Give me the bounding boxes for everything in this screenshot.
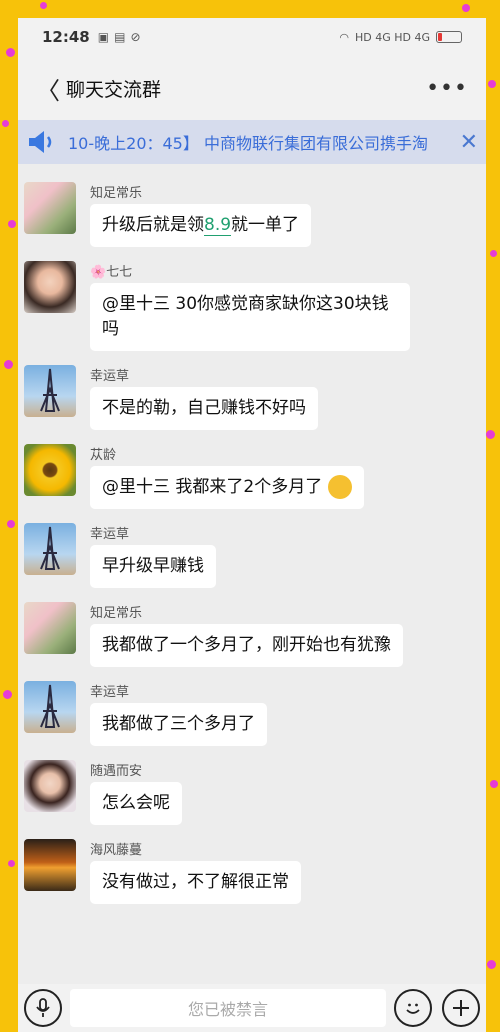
signal-text: HD 4G HD 4G [354, 30, 430, 44]
message-item: 幸运草 我都做了三个多月了 [18, 681, 486, 746]
decor-dot [488, 80, 496, 88]
input-bar: 您已被禁言 [18, 984, 486, 1032]
decor-dot [7, 520, 15, 528]
message-bubble[interactable]: 怎么会呢 [90, 782, 182, 825]
sender-name: 苁龄 [90, 448, 117, 463]
decor-dot [2, 120, 9, 127]
avatar[interactable] [24, 760, 76, 812]
message-bubble[interactable]: 没有做过，不了解很正常 [90, 861, 301, 904]
decor-dot [462, 4, 470, 12]
speaker-icon [29, 131, 52, 153]
plus-icon [453, 1000, 469, 1016]
sender-name: 知足常乐 [90, 606, 143, 621]
phone-screen: 12:48 ▣ ▤ ⊘ ◠ HD 4G HD 4G 〈 聊天交流群 ••• 10… [18, 18, 486, 1032]
decor-dot [40, 2, 47, 9]
avatar[interactable] [24, 839, 76, 891]
message-bubble[interactable]: @里十三 我都来了2个多月了 [90, 466, 364, 509]
message-bubble[interactable]: 早升级早赚钱 [90, 545, 216, 588]
microphone-icon [36, 998, 50, 1017]
status-time: 12:48 [42, 28, 90, 46]
sim-icon: ▣ [97, 30, 110, 44]
notice-text: 10-晚上20：45】 中商物联行集团有限公司携手淘 [68, 134, 428, 153]
message-item: 幸运草 不是的勒，自己赚钱不好吗 [18, 365, 486, 430]
add-button[interactable] [442, 989, 480, 1027]
decor-dot [8, 220, 16, 228]
message-bubble[interactable]: 升级后就是领8.9就一单了 [90, 204, 312, 247]
chat-header: 〈 聊天交流群 ••• [18, 56, 486, 120]
message-bubble[interactable]: 不是的勒，自己赚钱不好吗 [90, 387, 318, 430]
close-icon[interactable]: ✕ [460, 130, 478, 155]
avatar[interactable] [24, 261, 76, 313]
emoji-button[interactable] [394, 989, 432, 1027]
emoji-icon [327, 475, 352, 499]
sender-name: 🌸七七 [90, 265, 133, 280]
avatar[interactable] [24, 602, 76, 654]
photo-icon: ▤ [114, 30, 126, 44]
status-bar: 12:48 ▣ ▤ ⊘ ◠ HD 4G HD 4G [18, 18, 486, 56]
sender-name: 幸运草 [90, 369, 130, 384]
highlight-number: 8.9 [204, 215, 232, 236]
message-bubble[interactable]: @里十三 30你感觉商家缺你这30块钱吗 [90, 283, 410, 351]
message-item: 海风藤蔓 没有做过，不了解很正常 [18, 839, 486, 904]
message-item: 知足常乐 我都做了一个多月了，刚开始也有犹豫 [18, 602, 486, 667]
status-right: ◠ HD 4G HD 4G [339, 31, 462, 44]
eiffel-icon [40, 684, 60, 728]
message-bubble[interactable]: 我都做了一个多月了，刚开始也有犹豫 [90, 624, 403, 667]
avatar[interactable] [24, 523, 76, 575]
message-input[interactable]: 您已被禁言 [70, 989, 386, 1027]
decor-dot [490, 780, 498, 788]
eiffel-icon [40, 526, 60, 570]
more-icon[interactable]: ••• [426, 76, 468, 101]
message-item: 知足常乐 升级后就是领8.9就一单了 [18, 182, 486, 247]
message-item: 🌸七七 @里十三 30你感觉商家缺你这30块钱吗 [18, 261, 486, 351]
battery-icon [436, 31, 462, 43]
sender-name: 随遇而安 [90, 764, 143, 779]
voice-button[interactable] [24, 989, 62, 1027]
mute-icon: ⊘ [130, 30, 141, 44]
decor-dot [490, 250, 497, 257]
message-item: 幸运草 早升级早赚钱 [18, 523, 486, 588]
notice-banner[interactable]: 10-晚上20：45】 中商物联行集团有限公司携手淘 ✕ [18, 120, 486, 164]
decor-dot [487, 960, 496, 969]
decor-dot [4, 360, 13, 369]
decor-dot [486, 430, 495, 439]
message-item: 苁龄 @里十三 我都来了2个多月了 [18, 444, 486, 509]
message-bubble[interactable]: 我都做了三个多月了 [90, 703, 267, 746]
wifi-icon: ◠ [339, 30, 349, 44]
sender-name: 幸运草 [90, 527, 130, 542]
decor-dot [6, 48, 15, 57]
decor-dot [8, 860, 15, 867]
avatar[interactable] [24, 365, 76, 417]
message-list[interactable]: 知足常乐 升级后就是领8.9就一单了 🌸七七 @里十三 30你感觉商家缺你这30… [18, 182, 486, 984]
status-left-icons: ▣ ▤ ⊘ [98, 30, 141, 44]
sender-name: 知足常乐 [90, 186, 143, 201]
avatar[interactable] [24, 182, 76, 234]
sender-name: 海风藤蔓 [90, 843, 143, 858]
eiffel-icon [40, 368, 60, 412]
avatar[interactable] [24, 444, 76, 496]
back-icon[interactable]: 〈 [36, 71, 66, 106]
avatar[interactable] [24, 681, 76, 733]
decor-dot [3, 690, 12, 699]
sender-name: 幸运草 [90, 685, 130, 700]
page-title: 聊天交流群 [66, 78, 162, 101]
smile-icon [406, 1003, 420, 1014]
message-item: 随遇而安 怎么会呢 [18, 760, 486, 825]
